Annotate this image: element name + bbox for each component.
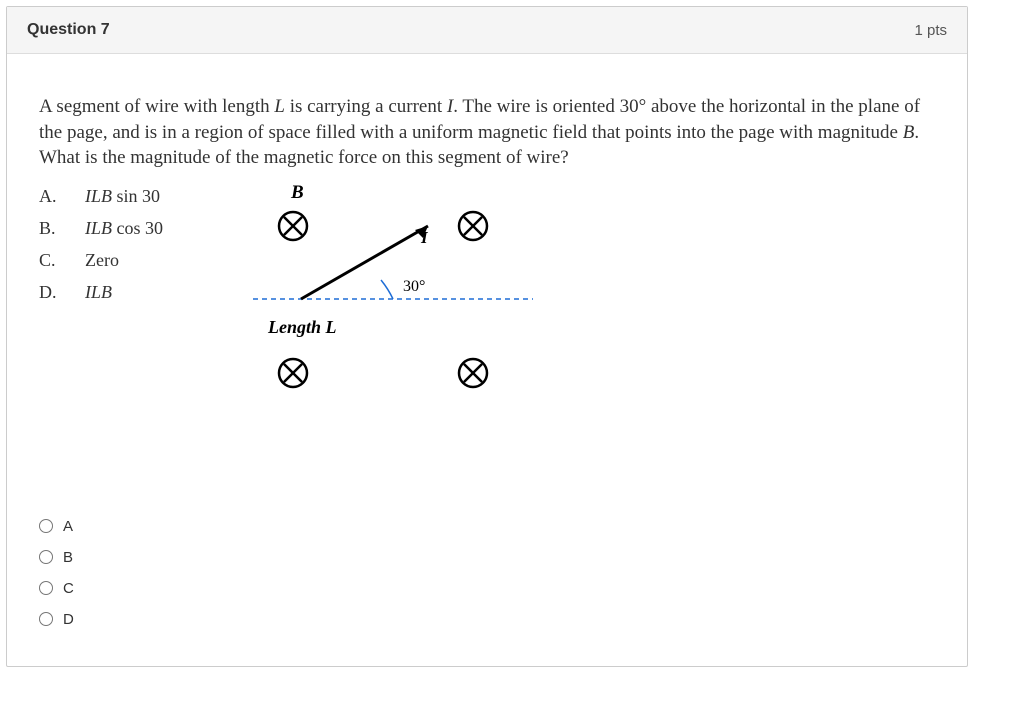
choice-letter: A.	[39, 183, 67, 211]
choice-text: ILB sin 30	[85, 183, 160, 211]
question-header: Question 7 1 pts	[7, 7, 967, 54]
question-body: A segment of wire with length L is carry…	[7, 54, 967, 666]
radio-c[interactable]	[39, 581, 53, 595]
choice-text: ILB	[85, 279, 112, 307]
choice-b: B. ILB cos 30	[39, 215, 163, 243]
choice-text: ILB cos 30	[85, 215, 163, 243]
prompt-text: A segment of wire with length	[39, 96, 274, 117]
radio-b[interactable]	[39, 550, 53, 564]
option-a[interactable]: A	[39, 518, 935, 535]
physics-diagram: B	[193, 183, 533, 403]
choice-d: D. ILB	[39, 279, 163, 307]
choice-letter: B.	[39, 215, 67, 243]
var-L: L	[274, 96, 285, 117]
choice-a: A. ILB sin 30	[39, 183, 163, 211]
radio-d[interactable]	[39, 612, 53, 626]
question-prompt: A segment of wire with length L is carry…	[39, 94, 935, 171]
option-label: B	[63, 549, 73, 566]
prompt-text: is carrying a current	[285, 96, 447, 117]
answer-choices: A. ILB sin 30 B. ILB cos 30 C. Zero D. I…	[39, 183, 163, 408]
choice-text: Zero	[85, 247, 119, 275]
angle-arc	[381, 280, 393, 299]
question-number: Question 7	[27, 21, 110, 39]
option-d[interactable]: D	[39, 611, 935, 628]
var-B: B	[903, 122, 915, 143]
content-row: A. ILB sin 30 B. ILB cos 30 C. Zero D. I…	[39, 183, 935, 408]
question-points: 1 pts	[914, 22, 947, 39]
into-page-icon	[459, 212, 487, 240]
into-page-icon	[459, 359, 487, 387]
into-page-icon	[279, 212, 307, 240]
option-label: A	[63, 518, 73, 535]
question-card: Question 7 1 pts A segment of wire with …	[6, 6, 968, 667]
option-label: D	[63, 611, 74, 628]
diagram: B	[193, 183, 935, 408]
option-b[interactable]: B	[39, 549, 935, 566]
i-label: I	[420, 228, 429, 247]
b-label: B	[290, 183, 304, 203]
choice-c: C. Zero	[39, 247, 163, 275]
into-page-icon	[279, 359, 307, 387]
length-label: Length L	[267, 317, 337, 337]
option-c[interactable]: C	[39, 580, 935, 597]
option-label: C	[63, 580, 74, 597]
choice-letter: D.	[39, 279, 67, 307]
choice-letter: C.	[39, 247, 67, 275]
angle-label: 30°	[403, 278, 425, 295]
radio-a[interactable]	[39, 519, 53, 533]
answer-options: A B C D	[39, 518, 935, 628]
